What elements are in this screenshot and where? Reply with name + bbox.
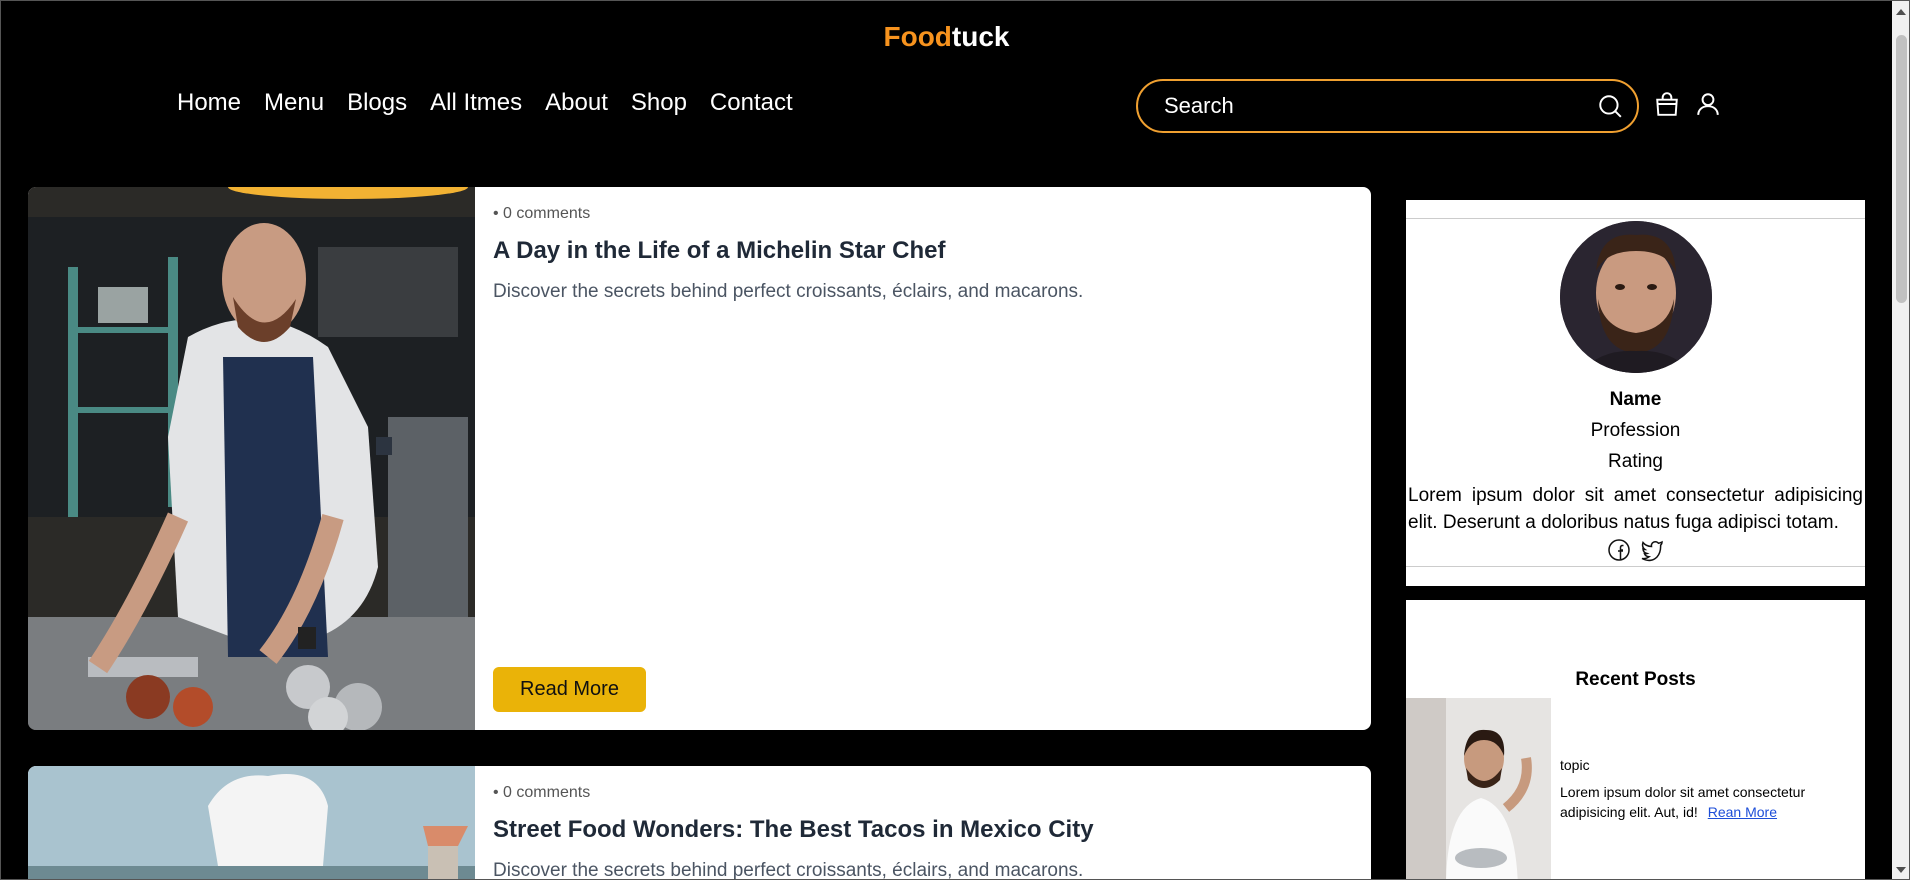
header-icons [1653, 91, 1721, 117]
post-body: • 0 comments A Day in the Life of a Mich… [493, 205, 1351, 303]
scroll-up-arrow[interactable] [1896, 9, 1906, 15]
profile-bio: Lorem ipsum dolor sit amet consectetur a… [1408, 485, 1863, 533]
logo-part-food: Food [883, 21, 952, 52]
nav-blogs[interactable]: Blogs [347, 89, 407, 117]
post-image-tacos[interactable] [28, 766, 475, 879]
recent-posts-title: Recent Posts [1575, 669, 1696, 690]
nav-contact[interactable]: Contact [710, 89, 793, 117]
post-card: • 0 comments Street Food Wonders: The Be… [28, 766, 1371, 880]
post-card: • 0 comments A Day in the Life of a Mich… [28, 187, 1371, 730]
author-profile-card: Name Profession Rating Lorem ipsum dolor… [1406, 200, 1865, 586]
scroll-down-arrow[interactable] [1896, 867, 1906, 873]
scroll-thumb[interactable] [1896, 35, 1907, 303]
shopping-bag-icon[interactable] [1653, 91, 1681, 117]
profile-profession: Profession [1590, 420, 1681, 441]
profile-name: Name [1609, 389, 1662, 410]
post-comments-count[interactable]: • 0 comments [493, 205, 1351, 223]
read-more-button[interactable]: Read More [493, 667, 646, 712]
recent-post-topic: topic [1560, 757, 1590, 773]
recent-posts-card: Recent Posts topic Lorem ipsum dolor sit… [1406, 600, 1865, 879]
site-logo[interactable]: Foodtuck [1, 21, 1892, 53]
post-description: Discover the secrets behind perfect croi… [493, 860, 1084, 880]
post-title[interactable]: Street Food Wonders: The Best Tacos in M… [493, 816, 1351, 844]
recent-post-read-more-link[interactable]: Rean More [1708, 804, 1777, 820]
page: Foodtuck Home Menu Blogs All Itmes About… [0, 0, 1910, 880]
twitter-icon[interactable] [1639, 538, 1665, 562]
post-title[interactable]: A Day in the Life of a Michelin Star Che… [493, 237, 1351, 265]
search-icon[interactable] [1597, 93, 1623, 119]
search-input[interactable] [1164, 93, 1597, 119]
nav-shop[interactable]: Shop [631, 89, 687, 117]
logo-part-tuck: tuck [951, 21, 1010, 52]
recent-post-image[interactable] [1406, 698, 1551, 879]
nav-home[interactable]: Home [177, 89, 241, 117]
user-icon[interactable] [1695, 91, 1721, 117]
post-image-chef[interactable] [28, 187, 475, 730]
main-nav: Home Menu Blogs All Itmes About Shop Con… [177, 89, 793, 117]
divider [1406, 566, 1865, 567]
profile-rating: Rating [1608, 451, 1663, 472]
post-description: Discover the secrets behind perfect croi… [493, 281, 1084, 302]
divider [1406, 218, 1865, 219]
avatar [1560, 221, 1712, 373]
search-bar [1136, 79, 1639, 133]
nav-menu[interactable]: Menu [264, 89, 324, 117]
vertical-scrollbar[interactable] [1892, 1, 1909, 879]
nav-all-items[interactable]: All Itmes [430, 89, 522, 117]
facebook-icon[interactable] [1607, 538, 1631, 562]
post-comments-count[interactable]: • 0 comments [493, 784, 1351, 802]
recent-post-text: Lorem ipsum dolor sit amet consectetur a… [1560, 782, 1855, 822]
post-body: • 0 comments Street Food Wonders: The Be… [493, 784, 1351, 880]
nav-about[interactable]: About [545, 89, 608, 117]
social-links [1406, 538, 1865, 562]
